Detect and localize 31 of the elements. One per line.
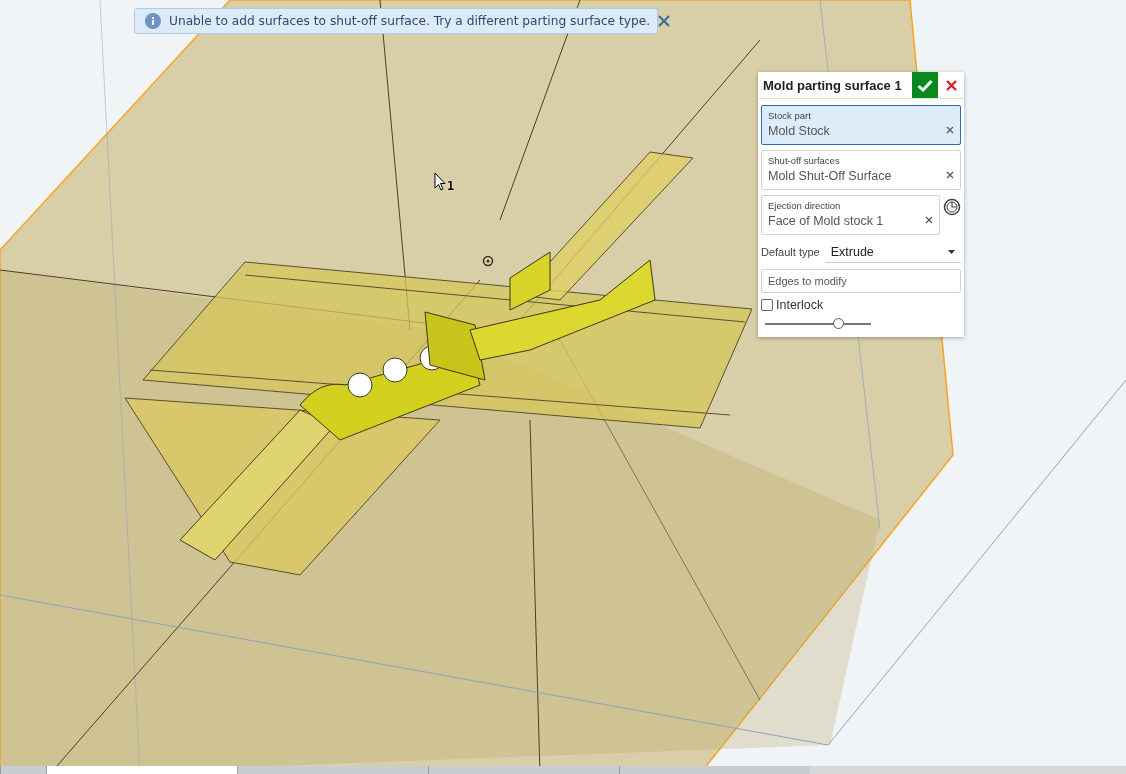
caret-icon [948,249,955,254]
clear-icon[interactable] [946,170,954,179]
cursor-label: 1 [447,180,455,192]
field-label: Stock part [768,110,812,121]
dialog-title: Mold parting surface 1 [762,77,903,93]
notification-message: Unable to add surfaces to shut-off surface. Try a different parting surface type. [169,14,651,28]
field-label: Ejection direction [768,200,842,211]
selection-field[interactable]: Ejection direction Face of Mold stock 1 [761,195,940,235]
checkbox[interactable] [761,299,773,311]
slider[interactable] [765,317,871,331]
origin-marker-icon [482,255,494,267]
field-value: Mold Shut-Off Surface [768,169,892,183]
clear-icon[interactable] [946,125,954,134]
selection-field[interactable]: Shut-off surfaces Mold Shut-Off Surface [761,150,961,190]
mouse-pointer-icon [434,172,446,192]
field-label: Default type [761,246,820,258]
field-value: Mold Stock [768,124,830,138]
selection-field[interactable]: Stock part Mold Stock [761,105,961,145]
close-icon[interactable] [658,15,671,27]
cancel-button[interactable] [938,72,964,98]
checkbox-label: Interlock [776,298,824,312]
edges-field[interactable]: Edges to modify [761,269,961,293]
checkmark-icon [917,78,933,92]
clear-icon[interactable] [925,215,933,224]
field-label: Shut-off surfaces [768,155,841,166]
confirm-button[interactable] [912,72,938,98]
field-value: Face of Mold stock 1 [768,214,884,228]
slider-thumb[interactable] [833,318,845,329]
close-icon [945,79,957,91]
clock-icon[interactable] [943,198,961,216]
info-icon [145,13,161,29]
